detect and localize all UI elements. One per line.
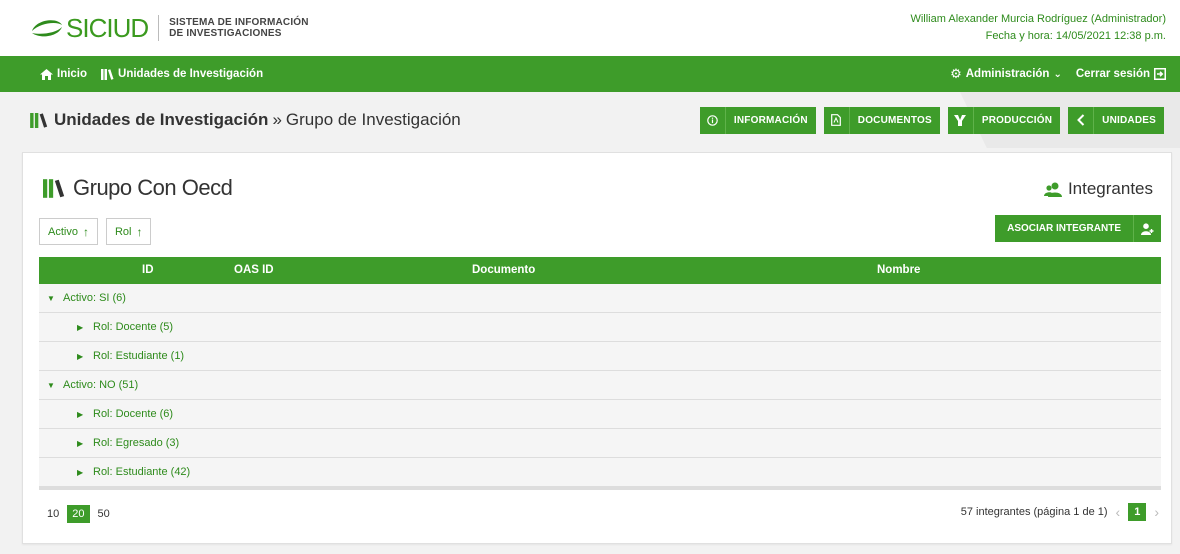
nav-logout[interactable]: Cerrar sesión — [1076, 68, 1166, 80]
page-number[interactable]: 1 — [1128, 503, 1147, 521]
top-header: SICIUD SISTEMA DE INFORMACIÓN DE INVESTI… — [0, 0, 1180, 56]
group-row[interactable]: ▼ Activo: SI (6) — [39, 284, 1161, 313]
page-size-10[interactable]: 10 — [43, 505, 63, 523]
documents-button-label: DOCUMENTOS — [857, 114, 932, 126]
user-name: William Alexander Murcia Rodríguez (Admi… — [910, 13, 1166, 25]
group-row[interactable]: ▼ Activo: NO (51) — [39, 371, 1161, 400]
pdf-file-icon — [824, 106, 850, 134]
caret-down-icon: ▼ — [47, 293, 55, 303]
col-header-id[interactable]: ID — [142, 264, 154, 276]
subgroup-row[interactable]: ▶ Rol: Egresado (3) — [39, 429, 1161, 458]
breadcrumb-separator: » — [272, 110, 282, 129]
col-header-documento[interactable]: Documento — [472, 264, 535, 276]
production-button[interactable]: PRODUCCIÓN — [947, 106, 1061, 134]
pagination: 57 integrantes (página 1 de 1) ‹ 1 › — [961, 503, 1159, 521]
books-icon — [30, 112, 48, 128]
logo-icon — [30, 17, 64, 39]
system-name-line1: SISTEMA DE INFORMACIÓN — [169, 17, 309, 28]
info-button[interactable]: INFORMACIÓN — [699, 106, 816, 134]
group-title-text: Grupo Con Oecd — [73, 175, 233, 200]
breadcrumb: Unidades de Investigación » Grupo de Inv… — [30, 110, 461, 130]
nav-units[interactable]: Unidades de Investigación — [101, 68, 263, 80]
documents-button[interactable]: DOCUMENTOS — [823, 106, 940, 134]
production-icon — [948, 106, 974, 134]
nav-home-label: Inicio — [57, 68, 88, 80]
caret-right-icon: ▶ — [77, 467, 84, 477]
prev-page-icon[interactable]: ‹ — [1116, 504, 1121, 520]
pagination-summary: 57 integrantes (página 1 de 1) — [960, 506, 1108, 518]
breadcrumb-parent[interactable]: Unidades de Investigación — [54, 110, 268, 130]
group-title: Grupo Con Oecd — [43, 175, 233, 201]
info-button-label: INFORMACIÓN — [733, 114, 808, 126]
group-chip-label: Rol — [114, 225, 132, 238]
page-size-20[interactable]: 20 — [67, 505, 90, 523]
group-chip-rol[interactable]: Rol ↑ — [105, 218, 152, 245]
members-heading-text: Integrantes — [1067, 179, 1153, 198]
col-header-oas-id[interactable]: OAS ID — [234, 264, 274, 276]
table-header: ID OAS ID Documento Nombre — [39, 257, 1161, 284]
page-size-50[interactable]: 50 — [94, 505, 114, 523]
add-user-icon — [1133, 215, 1161, 242]
system-name-line2: DE INVESTIGACIONES — [169, 28, 282, 39]
info-icon — [700, 106, 726, 134]
main-nav: Inicio Unidades de Investigación ⚙ Admin… — [0, 56, 1180, 92]
caret-right-icon: ▶ — [77, 409, 84, 419]
group-row-label: Rol: Docente (5) — [93, 321, 174, 333]
group-row-label: Rol: Docente (6) — [93, 408, 174, 420]
group-by-chips: Activo ↑ Rol ↑ — [39, 218, 152, 245]
books-icon — [43, 178, 65, 198]
units-back-button[interactable]: UNIDADES — [1068, 106, 1164, 134]
group-card: Grupo Con Oecd Integrantes Activo ↑ Rol … — [22, 152, 1172, 544]
subgroup-row[interactable]: ▶ Rol: Estudiante (42) — [39, 458, 1161, 487]
production-button-label: PRODUCCIÓN — [981, 114, 1053, 126]
books-icon — [101, 68, 114, 80]
page-actions: INFORMACIÓN DOCUMENTOS PRODUCCIÓN UNIDAD… — [699, 106, 1164, 134]
units-back-button-label: UNIDADES — [1102, 114, 1156, 126]
system-name: SISTEMA DE INFORMACIÓN DE INVESTIGACIONE… — [169, 17, 309, 39]
breadcrumb-current: Grupo de Investigación — [285, 110, 461, 129]
group-chip-activo[interactable]: Activo ↑ — [39, 218, 98, 245]
page-size-selector: 10 20 50 — [43, 505, 114, 523]
caret-down-icon: ▼ — [47, 380, 55, 390]
logout-icon — [1154, 68, 1166, 80]
nav-admin-label: Administración — [965, 68, 1050, 80]
nav-logout-label: Cerrar sesión — [1075, 68, 1150, 80]
users-icon — [1043, 182, 1062, 197]
gear-icon: ⚙ — [950, 66, 962, 81]
group-chip-label: Activo — [48, 225, 78, 238]
nav-units-label: Unidades de Investigación — [118, 68, 264, 80]
chevron-down-icon: ⌄ — [1053, 68, 1062, 80]
caret-right-icon: ▶ — [77, 438, 84, 448]
group-row-label: Rol: Egresado (3) — [93, 437, 180, 449]
current-datetime: Fecha y hora: 14/05/2021 12:38 p.m. — [985, 30, 1166, 42]
caret-right-icon: ▶ — [77, 322, 84, 332]
sort-asc-icon: ↑ — [82, 224, 89, 239]
members-heading: Integrantes — [1043, 179, 1153, 199]
group-row-label: Rol: Estudiante (42) — [93, 466, 191, 478]
brand[interactable]: SICIUD SISTEMA DE INFORMACIÓN DE INVESTI… — [30, 13, 309, 44]
caret-right-icon: ▶ — [77, 351, 84, 361]
next-page-icon[interactable]: › — [1154, 504, 1159, 520]
members-table: ID OAS ID Documento Nombre ▼ Activo: SI (… — [39, 257, 1161, 490]
brand-divider — [158, 15, 160, 41]
nav-home[interactable]: Inicio — [40, 68, 87, 80]
subgroup-row[interactable]: ▶ Rol: Docente (6) — [39, 400, 1161, 429]
page-titlebar: Unidades de Investigación » Grupo de Inv… — [0, 92, 1180, 148]
home-icon — [40, 68, 53, 80]
sort-asc-icon: ↑ — [136, 224, 143, 239]
logo-text: SICIUD — [66, 12, 149, 43]
user-info: William Alexander Murcia Rodríguez (Admi… — [910, 11, 1166, 45]
subgroup-row[interactable]: ▶ Rol: Docente (5) — [39, 313, 1161, 342]
col-header-nombre[interactable]: Nombre — [877, 264, 920, 276]
group-row-label: Activo: NO (51) — [63, 379, 139, 391]
group-row-label: Activo: SI (6) — [63, 292, 126, 304]
associate-member-label: ASOCIAR INTEGRANTE — [1007, 223, 1121, 234]
group-row-label: Rol: Estudiante (1) — [93, 350, 185, 362]
associate-member-button[interactable]: ASOCIAR INTEGRANTE — [995, 215, 1161, 242]
nav-admin-dropdown[interactable]: ⚙ Administración ⌄ — [950, 66, 1062, 82]
subgroup-row[interactable]: ▶ Rol: Estudiante (1) — [39, 342, 1161, 371]
table-body: ▼ Activo: SI (6) ▶ Rol: Docente (5) ▶ Rol: Es… — [39, 284, 1161, 490]
chevron-left-icon — [1068, 106, 1095, 134]
